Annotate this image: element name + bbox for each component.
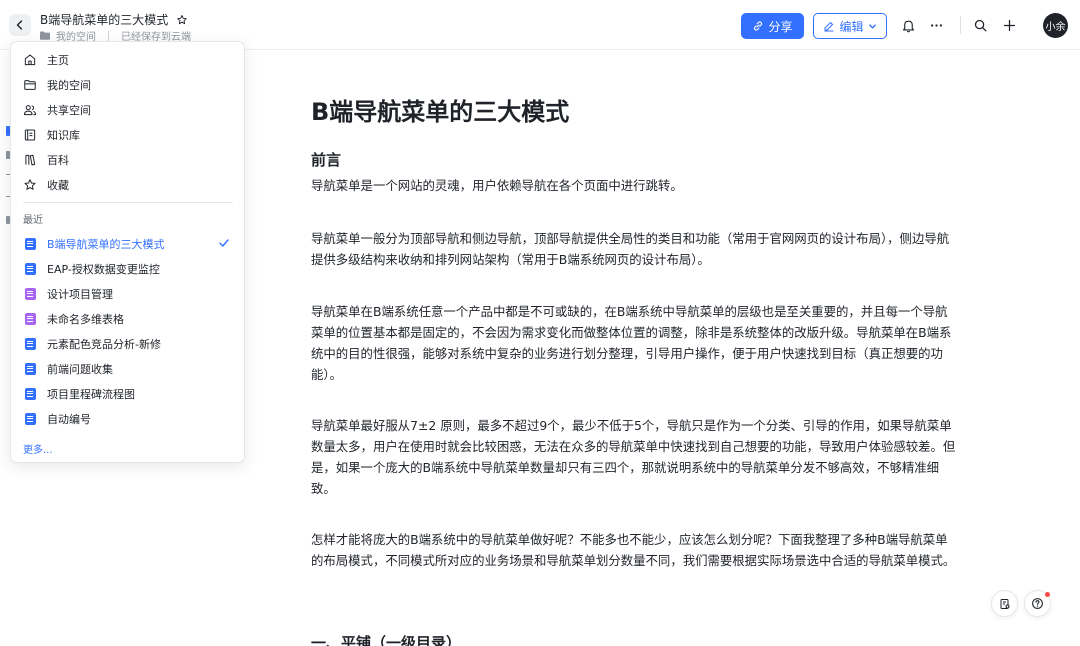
- recent-label: 前端问题收集: [47, 362, 113, 376]
- create-button[interactable]: [998, 14, 1020, 36]
- recent-label: 元素配色竞品分析-新修: [47, 337, 161, 351]
- paragraph: 怎样才能将庞大的B端系统中的导航菜单做好呢？不能多也不能少，应该怎么划分呢？下面…: [311, 532, 956, 568]
- doc-title: B端导航菜单的三大模式: [40, 13, 169, 27]
- star-icon[interactable]: [176, 14, 188, 26]
- search-button[interactable]: [969, 14, 991, 36]
- nav-item-favorites[interactable]: 收藏: [11, 172, 244, 197]
- edit-mode-button[interactable]: 编辑: [813, 13, 887, 39]
- nav-label: 百科: [47, 153, 69, 167]
- folder-icon: [24, 79, 36, 90]
- recent-item[interactable]: 自动编号: [11, 406, 244, 431]
- doc-title-row: B端导航菜单的三大模式: [40, 11, 188, 28]
- recent-item[interactable]: 元素配色竞品分析-新修: [11, 331, 244, 356]
- doc-icon: [24, 412, 36, 425]
- divider: [108, 30, 109, 41]
- back-button[interactable]: [9, 14, 31, 36]
- chevron-down-icon: [868, 23, 876, 29]
- search-icon: [974, 19, 986, 31]
- section-heading: 前言: [311, 151, 342, 169]
- star-icon: [24, 178, 36, 190]
- recent-item[interactable]: 未命名多维表格: [11, 306, 244, 331]
- bitable-icon: [24, 287, 36, 300]
- recent-item[interactable]: 项目里程碑流程图: [11, 381, 244, 406]
- paragraph: 导航菜单一般分为顶部导航和侧边导航，顶部导航提供全局性的类目和功能（常用于官网网…: [311, 231, 950, 267]
- recent-item[interactable]: EAP-授权数据变更监控: [11, 256, 244, 281]
- more-link[interactable]: 更多...: [23, 441, 53, 456]
- plus-icon: [1003, 19, 1015, 31]
- nav-label: 共享空间: [47, 103, 91, 117]
- nav-label: 主页: [47, 53, 69, 67]
- recent-label: B端导航菜单的三大模式: [47, 237, 165, 251]
- nav-label: 收藏: [47, 178, 69, 192]
- page-title: B端导航菜单的三大模式: [311, 98, 570, 126]
- share-button[interactable]: 分享: [741, 13, 804, 39]
- folder-icon: [40, 31, 50, 40]
- recent-label: 设计项目管理: [47, 287, 113, 301]
- home-icon: [24, 54, 36, 65]
- nav-label: 知识库: [47, 128, 80, 142]
- doc-icon: [24, 262, 36, 275]
- outline-button[interactable]: [991, 590, 1018, 617]
- recent-item[interactable]: B端导航菜单的三大模式: [11, 231, 244, 256]
- more-button[interactable]: [925, 14, 947, 36]
- recent-label: EAP-授权数据变更监控: [47, 262, 160, 276]
- outline-icon: [1000, 598, 1009, 609]
- avatar[interactable]: 小余: [1043, 13, 1068, 38]
- help-icon: [1032, 598, 1043, 609]
- notification-button[interactable]: [897, 14, 919, 36]
- link-icon: [754, 21, 763, 31]
- nav-item-encyclopedia[interactable]: 百科: [11, 147, 244, 172]
- doc-icon: [24, 362, 36, 375]
- toolbar-divider: [960, 16, 961, 34]
- paragraph: 导航菜单是一个网站的灵魂，用户依赖导航在各个页面中进行跳转。: [311, 178, 683, 193]
- doc-icon: [24, 387, 36, 400]
- recent-item[interactable]: 前端问题收集: [11, 356, 244, 381]
- more-icon: [930, 23, 942, 27]
- bitable-icon: [24, 312, 36, 325]
- section-heading: 一、平铺（一级目录）: [311, 634, 462, 646]
- bell-icon: [902, 20, 914, 32]
- edit-label: 编辑: [839, 19, 864, 34]
- paragraph: 导航菜单在B端系统任意一个产品中都是不可或缺的，在B端系统中导航菜单的层级也是至…: [311, 304, 952, 382]
- nav-item-home[interactable]: 主页: [11, 47, 244, 72]
- nav-item-shared-space[interactable]: 共享空间: [11, 97, 244, 122]
- recent-label: 自动编号: [47, 412, 91, 426]
- recent-label: 未命名多维表格: [47, 312, 124, 326]
- recent-section-label: 最近: [23, 215, 43, 226]
- recent-item[interactable]: 设计项目管理: [11, 281, 244, 306]
- navigation-dropdown: 主页 我的空间 共享空间 知识库 百科 收藏 最近 B端导航菜单的三大模式 EA…: [10, 41, 245, 463]
- share-label: 分享: [768, 19, 793, 34]
- pencil-icon: [824, 22, 834, 32]
- book-icon: [24, 129, 36, 140]
- recent-label: 项目里程碑流程图: [47, 387, 135, 401]
- paragraph: 导航菜单最好服从7±2 原则，最多不超过9个，最少不低于5个，导航只是作为一个分…: [311, 418, 956, 496]
- nav-label: 我的空间: [47, 78, 91, 92]
- users-icon: [23, 104, 37, 115]
- chevron-left-icon: [16, 20, 23, 30]
- dropdown-divider: [23, 202, 233, 203]
- doc-icon: [24, 237, 36, 250]
- nav-item-my-space[interactable]: 我的空间: [11, 72, 244, 97]
- wiki-icon: [25, 154, 36, 165]
- nav-item-wiki[interactable]: 知识库: [11, 122, 244, 147]
- doc-icon: [24, 337, 36, 350]
- check-icon: [219, 239, 229, 247]
- notification-dot: [1045, 592, 1050, 597]
- collapsed-sidebar: [0, 50, 10, 646]
